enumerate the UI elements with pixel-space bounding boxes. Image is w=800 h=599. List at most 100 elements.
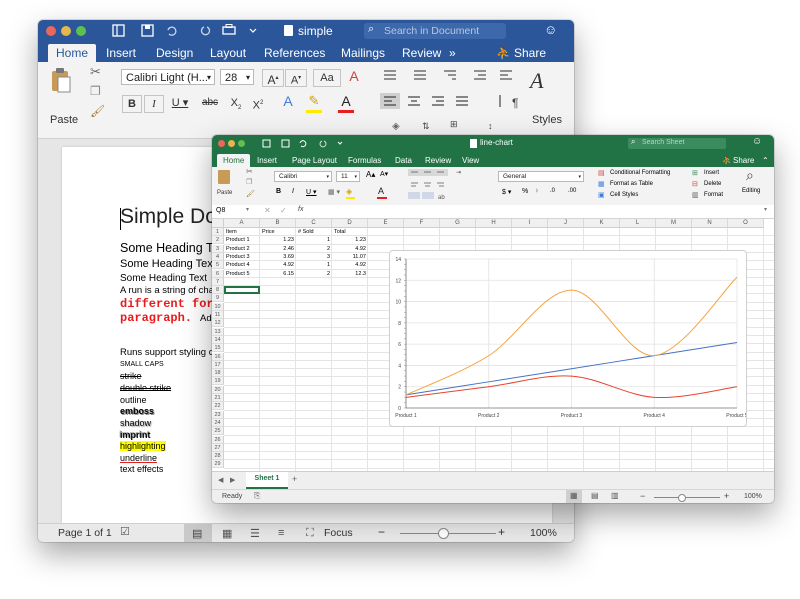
minimize-window-icon[interactable] (61, 26, 71, 36)
paste-icon[interactable] (218, 170, 230, 184)
italic-icon[interactable]: I (292, 188, 294, 195)
row-header[interactable]: 15 (212, 344, 224, 353)
underline-icon[interactable]: U ▾ (168, 95, 192, 111)
shrink-font-icon[interactable]: A▾ (380, 170, 388, 178)
column-header[interactable]: J (548, 219, 584, 228)
tab-view[interactable]: View (462, 154, 479, 167)
row-header[interactable]: 8 (212, 286, 224, 295)
table-cell[interactable]: 3 (298, 253, 330, 261)
column-header[interactable]: F (404, 219, 440, 228)
table-cell[interactable]: Product 1 (226, 236, 258, 244)
tab-home[interactable]: Home (48, 44, 97, 62)
grow-font-icon[interactable]: A▴ (366, 170, 375, 179)
name-box-chevron-icon[interactable]: ▾ (246, 206, 249, 213)
row-header[interactable]: 26 (212, 435, 224, 444)
tab-references[interactable]: References (264, 44, 325, 62)
table-cell[interactable]: 1.23 (262, 236, 294, 244)
column-header[interactable]: N (692, 219, 728, 228)
row-header[interactable]: 28 (212, 452, 224, 461)
comma-icon[interactable]: ⁾ (536, 188, 538, 196)
grow-font-icon[interactable]: A▴ (262, 69, 284, 87)
tab-design[interactable]: Design (156, 44, 193, 62)
expand-formula-bar-icon[interactable]: ▾ (764, 206, 767, 213)
format-painter-icon[interactable]: 🖌 (90, 104, 105, 118)
cut-icon[interactable]: ✂ (246, 167, 253, 176)
zoom-out-icon[interactable]: − (378, 525, 385, 539)
column-header[interactable]: E (368, 219, 404, 228)
tab-home[interactable]: Home (217, 154, 251, 167)
cut-icon[interactable]: ✂ (90, 64, 101, 80)
increase-decimal-icon[interactable]: .0 (550, 188, 555, 194)
row-header[interactable]: 12 (212, 319, 224, 328)
smiley-feedback-icon[interactable]: ☺ (544, 22, 557, 37)
share-button[interactable]: Share (514, 44, 546, 62)
table-cell[interactable]: Price (262, 228, 294, 236)
paste-icon[interactable] (50, 68, 72, 94)
zoom-slider-thumb[interactable] (438, 528, 449, 539)
column-header[interactable]: I (512, 219, 548, 228)
currency-icon[interactable]: $ ▾ (502, 188, 511, 196)
tab-insert[interactable]: Insert (106, 44, 136, 62)
cell-styles-button[interactable]: Cell Styles (610, 192, 638, 198)
decrease-decimal-icon[interactable]: .00 (568, 188, 576, 194)
share-icon[interactable]: ⛹ (722, 154, 732, 167)
format-cells-button[interactable]: Format (704, 192, 723, 198)
styles-icon[interactable]: A (530, 68, 543, 94)
column-header[interactable]: K (584, 219, 620, 228)
font-color-icon[interactable]: A (336, 93, 356, 109)
zoom-in-icon[interactable]: + (498, 525, 505, 539)
font-name-combo[interactable]: Calibri Light (H... ▾ (121, 69, 215, 85)
row-header[interactable]: 23 (212, 410, 224, 419)
prev-sheet-icon[interactable]: ◀ (218, 476, 223, 484)
table-cell[interactable]: Product 4 (226, 261, 258, 269)
macro-record-icon[interactable]: ⎘ (254, 491, 260, 501)
conditional-formatting-button[interactable]: Conditional Formatting (610, 170, 670, 176)
row-header[interactable]: 24 (212, 418, 224, 427)
row-header[interactable]: 2 (212, 236, 224, 245)
minimize-window-icon[interactable] (228, 140, 235, 147)
zoom-slider-thumb[interactable] (678, 494, 686, 502)
table-cell[interactable]: 1.23 (334, 236, 366, 244)
cell-styles-icon[interactable]: ▣ (598, 191, 605, 199)
close-window-icon[interactable] (218, 140, 225, 147)
row-header[interactable]: 13 (212, 327, 224, 336)
smiley-feedback-icon[interactable]: ☺ (752, 136, 762, 147)
borders-icon[interactable]: ▦ ▾ (328, 188, 340, 196)
copy-icon[interactable]: ❐ (90, 84, 101, 98)
column-header[interactable]: D (332, 219, 368, 228)
subscript-icon[interactable]: X2 (226, 95, 246, 111)
percent-icon[interactable]: % (522, 188, 528, 195)
row-header[interactable]: 3 (212, 244, 224, 253)
font-size-combo[interactable]: 28 ▾ (220, 69, 254, 85)
column-header[interactable]: H (476, 219, 512, 228)
zoom-window-icon[interactable] (238, 140, 245, 147)
focus-icon[interactable]: ⛶ (306, 527, 314, 540)
collapse-ribbon-icon[interactable]: ⌃ (762, 154, 769, 167)
row-header[interactable]: 20 (212, 385, 224, 394)
row-header[interactable]: 4 (212, 252, 224, 261)
tab-review[interactable]: Review (425, 154, 451, 167)
font-size-combo[interactable]: 11 ▾ (336, 171, 360, 182)
copy-icon[interactable]: ❐ (246, 178, 252, 186)
row-header[interactable]: 27 (212, 443, 224, 452)
tab-formulas[interactable]: Formulas (348, 154, 381, 167)
row-header[interactable]: 29 (212, 460, 224, 469)
shrink-font-icon[interactable]: A▾ (285, 69, 307, 87)
table-cell[interactable]: 6.15 (262, 270, 294, 278)
table-cell[interactable]: 12.3 (334, 270, 366, 278)
number-format-combo[interactable]: General ▾ (498, 171, 584, 182)
format-as-table-button[interactable]: Format as Table (610, 181, 653, 187)
table-cell[interactable]: 4.92 (334, 261, 366, 269)
column-header[interactable]: G (440, 219, 476, 228)
line-chart[interactable]: 0 2 4 6 8 10 12 14 Product 1 Product 2 Product 3 Pr… (389, 250, 748, 427)
proofing-icon[interactable]: ☑ (120, 525, 130, 538)
insert-cells-icon[interactable]: ⊞ (692, 169, 698, 177)
zoom-window-icon[interactable] (76, 26, 86, 36)
superscript-icon[interactable]: X2 (248, 95, 268, 112)
change-case-icon[interactable]: Aa (313, 69, 341, 87)
select-all-corner[interactable] (212, 219, 224, 228)
outline-view-icon[interactable]: ☰ (250, 527, 260, 540)
font-color-icon[interactable]: A (378, 186, 384, 196)
insert-cells-button[interactable]: Insert (704, 170, 719, 176)
bold-icon[interactable]: B (276, 188, 281, 195)
